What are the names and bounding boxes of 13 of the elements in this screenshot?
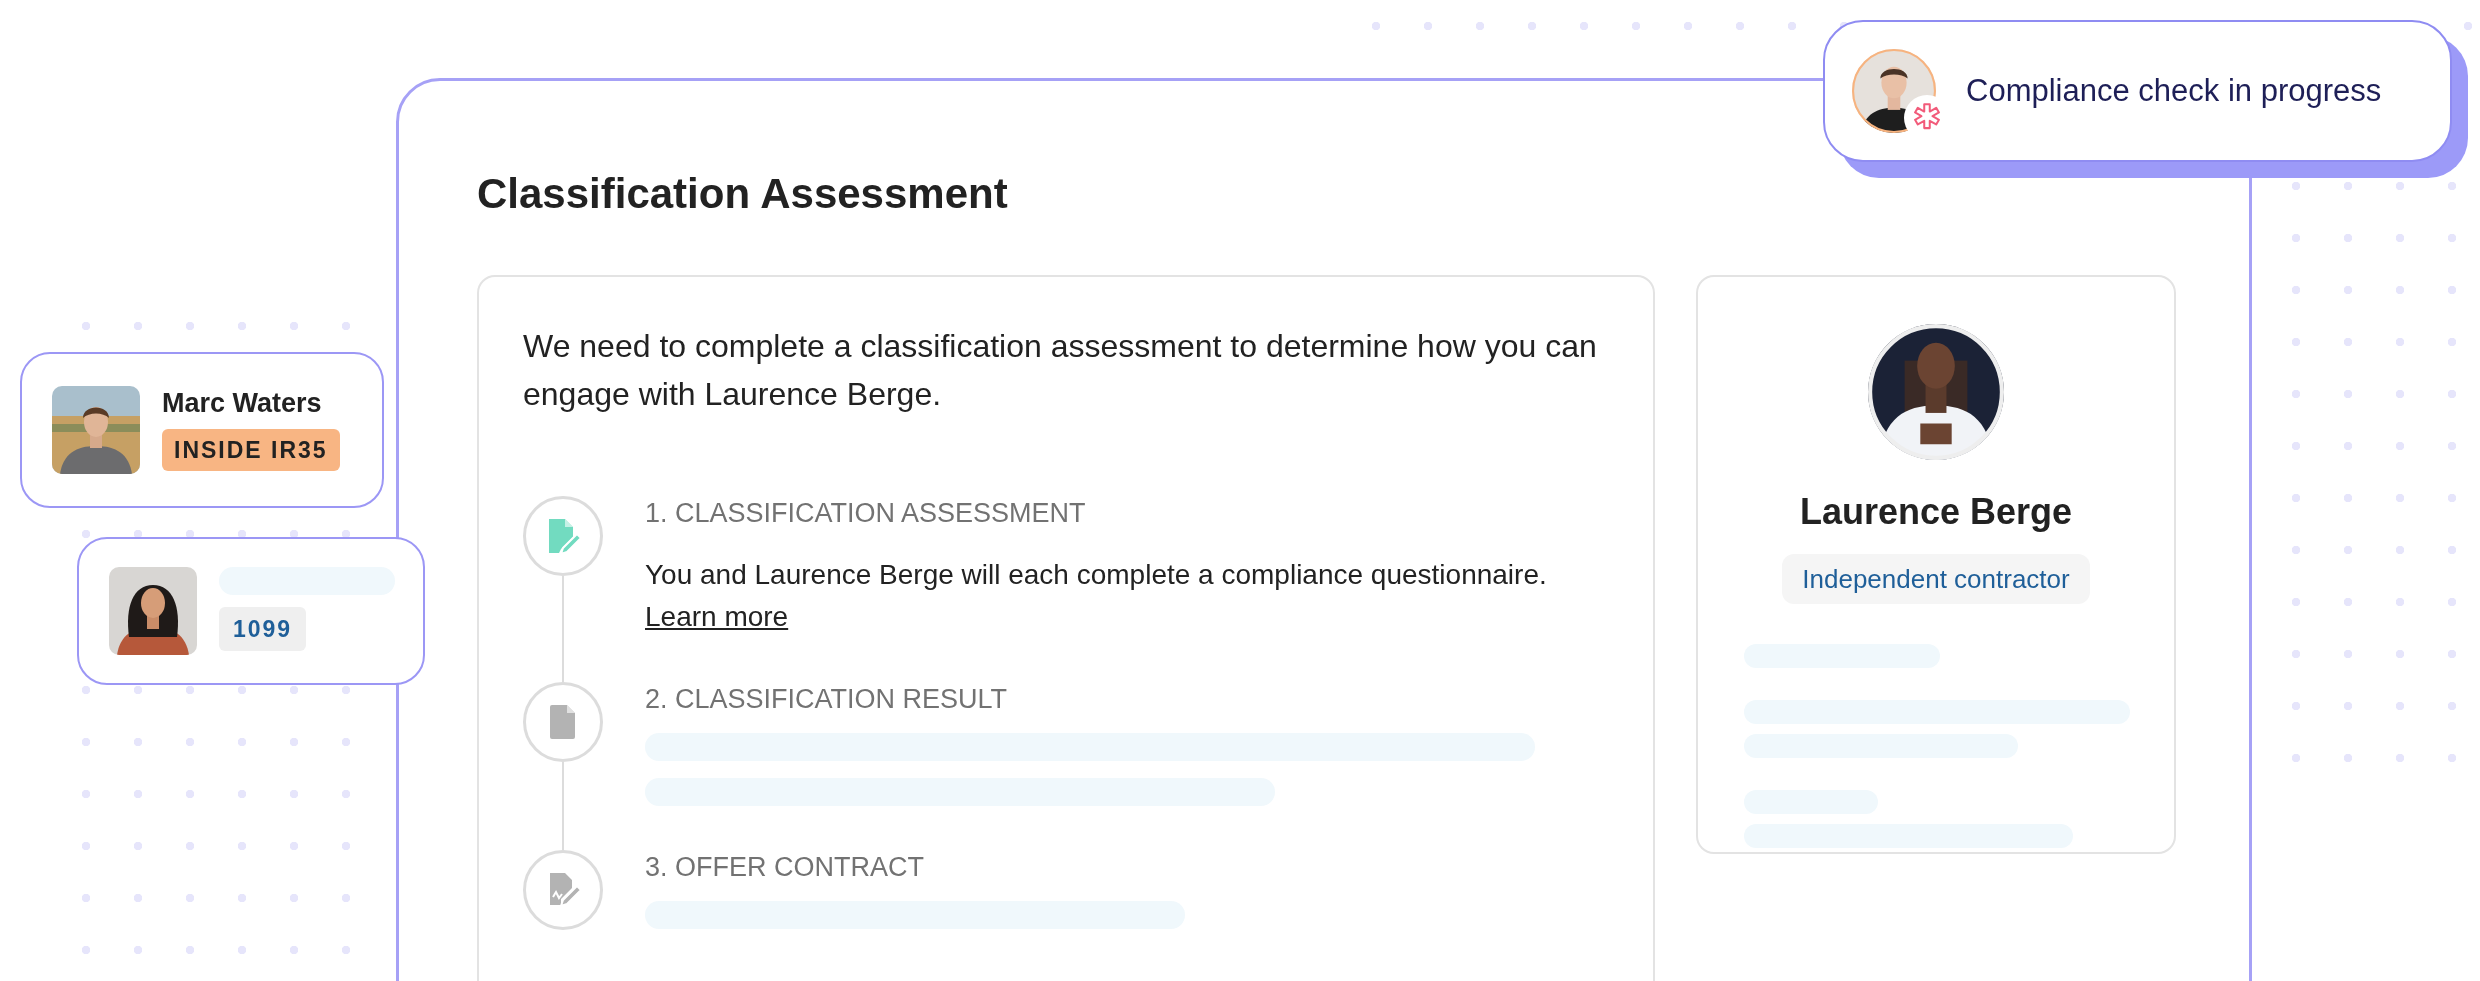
person-name: Marc Waters (162, 387, 322, 420)
intro-text: We need to complete a classification assessment to determine how you can engage with Laurence Berge. (523, 327, 1598, 414)
step-description: You and Laurence Berge will each complete a compliance questionnaire. (645, 558, 1548, 592)
step-title: 1. CLASSIFICATION ASSESSMENT (645, 497, 1087, 530)
step-title: 2. CLASSIFICATION RESULT (645, 683, 1009, 716)
step-title: 3. OFFER CONTRACT (645, 851, 925, 884)
status-text: Compliance check in progress (1966, 73, 2382, 109)
contractor-type-tag: Independent contractor (1782, 554, 2090, 604)
status-tag: INSIDE IR35 (162, 429, 340, 471)
page-title: Classification Assessment (477, 169, 1009, 219)
contractor-name: Laurence Berge (1799, 490, 2073, 534)
learn-more-link[interactable]: Learn more (645, 601, 789, 632)
status-tag: 1099 (219, 607, 307, 651)
